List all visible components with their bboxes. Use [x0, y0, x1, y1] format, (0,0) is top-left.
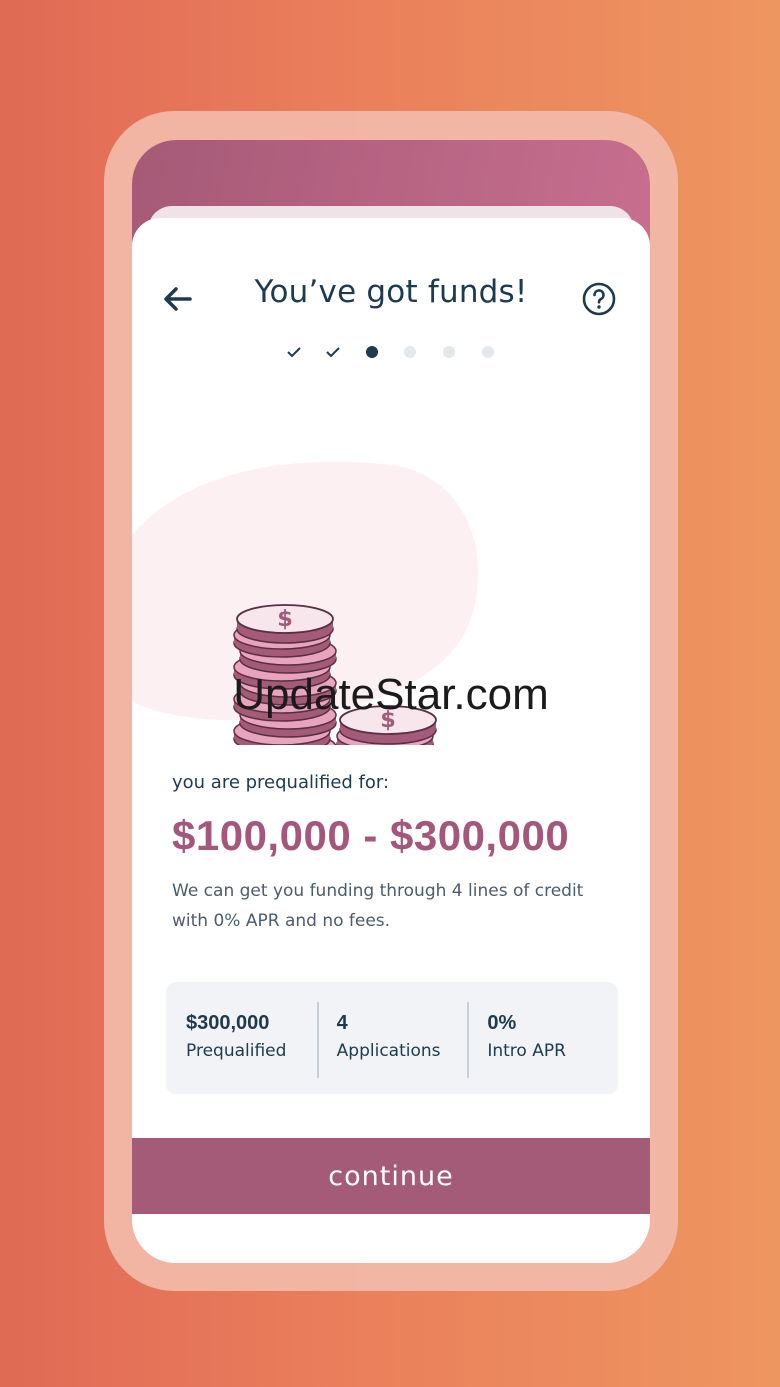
coin-top: $: [236, 604, 334, 644]
step-upcoming-4: [400, 342, 420, 362]
step-dot: [443, 346, 456, 358]
step-upcoming-5: [439, 342, 459, 362]
step-current: [362, 342, 382, 362]
bottom-area: [132, 1214, 650, 1263]
check-icon: [326, 347, 340, 358]
step-dot: [481, 346, 494, 358]
progress-steps: [284, 342, 498, 362]
dollar-icon: $: [277, 606, 293, 632]
stat-label: Prequalified: [186, 1041, 287, 1061]
stat-prequalified: $300,000 Prequalified: [166, 982, 317, 1094]
stats-panel: $300,000 Prequalified 4 Applications 0% …: [166, 982, 618, 1094]
phone-screen: You’ve got funds! $ $ $ UpdateStar.com y…: [132, 140, 650, 1263]
stat-label: Applications: [336, 1041, 441, 1061]
stat-value: 0%: [487, 1012, 517, 1034]
watermark-text: UpdateStar.com: [233, 670, 549, 719]
check-icon: [287, 347, 301, 358]
question-circle-icon: [582, 282, 616, 316]
current-step-dot: [365, 346, 378, 358]
help-button[interactable]: [581, 281, 617, 317]
step-completed-1: [284, 342, 304, 362]
stat-applications: 4 Applications: [316, 982, 468, 1094]
step-completed-2: [323, 342, 343, 362]
prequalified-label: you are prequalified for:: [172, 772, 390, 793]
page-title: You’ve got funds!: [254, 274, 528, 310]
continue-button[interactable]: continue: [132, 1138, 650, 1214]
stat-value: 4: [336, 1012, 348, 1034]
stat-label: Intro APR: [487, 1041, 566, 1061]
step-upcoming-6: [478, 342, 498, 362]
prequalified-amount: $100,000 - $300,000: [172, 812, 570, 859]
step-dot: [404, 346, 417, 358]
funding-description: We can get you funding through 4 lines o…: [172, 881, 584, 931]
stat-intro-apr: 0% Intro APR: [467, 982, 618, 1094]
stat-value: $300,000: [186, 1012, 270, 1034]
